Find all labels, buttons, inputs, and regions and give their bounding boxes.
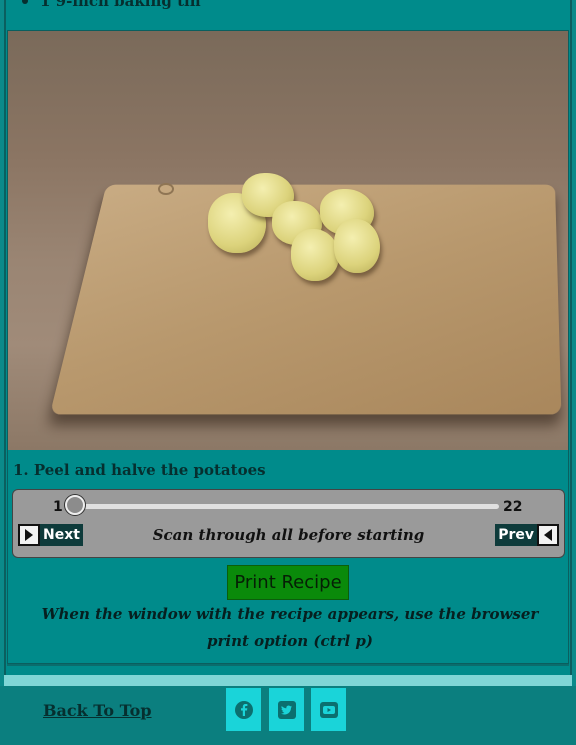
slider-thumb[interactable] — [65, 495, 85, 515]
facebook-icon[interactable] — [226, 688, 261, 731]
play-left-icon — [537, 524, 559, 546]
board-hole — [158, 183, 174, 195]
potato-6 — [334, 219, 380, 273]
footer: Back To Top — [0, 686, 576, 745]
twitter-icon[interactable] — [269, 688, 304, 731]
print-recipe-button[interactable]: Print Recipe — [227, 565, 349, 600]
divider — [7, 664, 569, 666]
prev-label: Prev — [495, 524, 537, 546]
youtube-icon[interactable] — [311, 688, 346, 731]
equipment-label: 1 9-inch baking tin — [40, 0, 201, 10]
slider-track[interactable] — [73, 504, 499, 509]
equipment-list-item: 1 9-inch baking tin — [22, 0, 201, 10]
card-bottom-strip — [4, 675, 572, 686]
back-to-top-link[interactable]: Back To Top — [43, 701, 152, 720]
bullet — [22, 0, 28, 4]
slider-max-label: 22 — [503, 499, 522, 515]
step-slider-panel: 1 22 Next Scan through all before starti… — [12, 489, 565, 558]
scan-hint: Scan through all before starting — [13, 526, 564, 544]
prev-button[interactable]: Prev — [495, 524, 559, 546]
potato-5 — [291, 229, 339, 281]
step-photo — [8, 31, 568, 450]
print-instructions: When the window with the recipe appears,… — [30, 601, 550, 655]
step-title: 1. Peel and halve the potatoes — [13, 461, 266, 479]
slider-min-label: 1 — [53, 499, 63, 515]
